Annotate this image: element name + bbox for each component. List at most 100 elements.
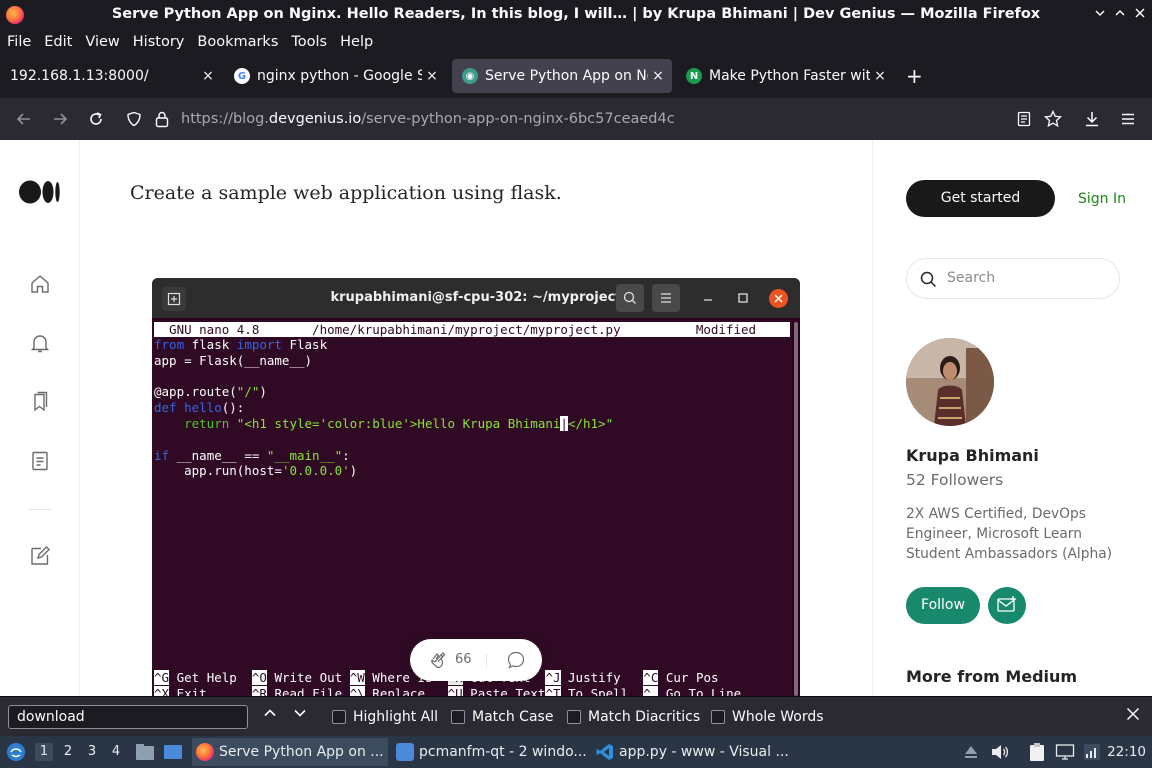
subscribe-email-button[interactable] bbox=[988, 587, 1026, 624]
shortcut-key: ^_ bbox=[643, 685, 659, 696]
author-name[interactable]: Krupa Bhimani bbox=[906, 446, 1039, 465]
match-case-checkbox[interactable]: Match Case bbox=[451, 709, 553, 725]
terminal-search-button bbox=[616, 284, 644, 312]
shortcut-label: Go To Line bbox=[658, 685, 742, 697]
write-pencil-icon[interactable] bbox=[28, 544, 52, 568]
file-manager-launcher-icon[interactable] bbox=[135, 743, 155, 761]
get-started-button[interactable]: Get started bbox=[906, 180, 1055, 217]
url-bar[interactable]: https://blog.devgenius.io/serve-python-a… bbox=[118, 102, 1072, 136]
shortcut-key: ^U bbox=[447, 685, 463, 696]
search-input[interactable]: Search bbox=[906, 258, 1120, 299]
task-label: app.py - www - Visual ... bbox=[619, 744, 788, 760]
code-string: </h1>" bbox=[567, 415, 614, 431]
tracking-shield-icon[interactable] bbox=[126, 111, 142, 127]
whole-words-checkbox[interactable]: Whole Words bbox=[711, 709, 824, 725]
home-icon[interactable] bbox=[28, 272, 52, 296]
task-vscode[interactable]: app.py - www - Visual ... bbox=[592, 738, 788, 766]
task-pcmanfm[interactable]: pcmanfm-qt - 2 windo... bbox=[392, 738, 588, 766]
close-icon bbox=[1126, 707, 1140, 721]
tab-bar: 192.168.1.13:8000/ × G nginx python - Go… bbox=[0, 54, 1152, 98]
eject-icon[interactable] bbox=[962, 743, 980, 761]
reader-view-icon[interactable] bbox=[1016, 111, 1032, 127]
back-button[interactable] bbox=[6, 101, 42, 137]
menu-file[interactable]: File bbox=[7, 34, 31, 50]
author-avatar[interactable] bbox=[906, 338, 994, 426]
menu-bar: File Edit View History Bookmarks Tools H… bbox=[0, 30, 1152, 54]
volume-icon[interactable] bbox=[990, 743, 1010, 761]
terminal-menu-button bbox=[652, 284, 680, 312]
terminal-screenshot: krupabhimani@sf-cpu-302: ~/myproject GNU… bbox=[152, 278, 800, 696]
checkbox-box[interactable] bbox=[451, 710, 465, 724]
lists-bookmark-icon[interactable] bbox=[28, 390, 52, 414]
menu-help[interactable]: Help bbox=[340, 34, 373, 50]
close-window-button[interactable] bbox=[1130, 5, 1150, 25]
checkbox-label: Highlight All bbox=[353, 709, 439, 725]
clipboard-icon[interactable] bbox=[1028, 742, 1046, 762]
reload-button[interactable] bbox=[78, 101, 114, 137]
menu-history[interactable]: History bbox=[133, 34, 185, 50]
checkbox-box[interactable] bbox=[711, 710, 725, 724]
display-icon[interactable] bbox=[1055, 743, 1075, 761]
close-find-bar-button[interactable] bbox=[1126, 706, 1140, 725]
network-icon[interactable] bbox=[1083, 743, 1101, 761]
task-firefox[interactable]: Serve Python App on ... bbox=[192, 738, 388, 766]
checkbox-box[interactable] bbox=[567, 710, 581, 724]
match-diacritics-checkbox[interactable]: Match Diacritics bbox=[567, 709, 700, 725]
menu-view[interactable]: View bbox=[85, 34, 119, 50]
code-text: Flask bbox=[281, 337, 328, 352]
find-input[interactable]: download bbox=[8, 705, 248, 729]
minimize-button[interactable] bbox=[1090, 5, 1110, 25]
maximize-button[interactable] bbox=[1110, 5, 1130, 25]
clap-icon[interactable] bbox=[427, 649, 449, 671]
app-menu-button[interactable] bbox=[1110, 101, 1146, 137]
new-tab-button[interactable]: + bbox=[906, 64, 923, 88]
find-previous-button[interactable] bbox=[260, 706, 280, 724]
tab-close-button[interactable]: × bbox=[198, 68, 218, 84]
workspace-3[interactable]: 3 bbox=[83, 743, 101, 761]
menu-edit[interactable]: Edit bbox=[44, 34, 72, 50]
shortcut-key: ^W bbox=[349, 670, 365, 685]
tab-google-search[interactable]: G nginx python - Google Se × bbox=[224, 59, 446, 93]
sign-in-link[interactable]: Sign In bbox=[1078, 191, 1126, 207]
tab-serve-python[interactable]: ◉ Serve Python App on Ngi × bbox=[452, 59, 672, 93]
reload-icon bbox=[90, 112, 102, 125]
shortcut-label: Replace bbox=[364, 685, 448, 697]
menu-tools[interactable]: Tools bbox=[291, 34, 327, 50]
code-text: flask bbox=[184, 337, 237, 352]
lock-icon[interactable] bbox=[154, 110, 170, 128]
shortcut-key: ^T bbox=[545, 685, 561, 696]
menu-bookmarks[interactable]: Bookmarks bbox=[197, 34, 278, 50]
checkbox-box[interactable] bbox=[332, 710, 346, 724]
find-bar: download Highlight All Match Case Match … bbox=[0, 696, 1152, 736]
stories-icon[interactable] bbox=[28, 449, 52, 473]
start-menu-icon[interactable] bbox=[6, 742, 26, 762]
clock[interactable]: 22:10 bbox=[1107, 744, 1146, 760]
highlight-all-checkbox[interactable]: Highlight All bbox=[332, 709, 438, 725]
workspace-4[interactable]: 4 bbox=[107, 743, 125, 761]
follower-count[interactable]: 52 Followers bbox=[906, 471, 1003, 489]
code-block: from flask import Flask app = Flask(__na… bbox=[154, 337, 613, 479]
firefox-icon bbox=[196, 743, 214, 761]
tab-close-button[interactable]: × bbox=[870, 68, 890, 84]
shortcut-key: ^R bbox=[251, 685, 267, 696]
medium-logo-icon[interactable] bbox=[19, 180, 61, 204]
tab-make-python-faster[interactable]: N Make Python Faster with × bbox=[676, 59, 894, 93]
workspace-1[interactable]: 1 bbox=[35, 743, 53, 761]
tab-close-button[interactable]: × bbox=[422, 68, 442, 84]
url-text[interactable]: https://blog.devgenius.io/serve-python-a… bbox=[181, 111, 675, 127]
bookmark-star-icon[interactable] bbox=[1044, 110, 1062, 128]
forward-button[interactable] bbox=[42, 101, 78, 137]
tab-local-server[interactable]: 192.168.1.13:8000/ × bbox=[0, 59, 222, 93]
tab-close-button[interactable]: × bbox=[648, 68, 668, 84]
desktop-launcher-icon[interactable] bbox=[163, 743, 183, 761]
find-next-button[interactable] bbox=[290, 706, 310, 724]
workspace-2[interactable]: 2 bbox=[59, 743, 77, 761]
comment-bubble-icon[interactable] bbox=[506, 650, 526, 670]
downloads-button[interactable] bbox=[1074, 101, 1110, 137]
notifications-bell-icon[interactable] bbox=[28, 331, 52, 355]
shortcut-key: ^\ bbox=[349, 685, 365, 696]
follow-button[interactable]: Follow bbox=[906, 587, 980, 624]
clap-bar: 66 bbox=[410, 639, 542, 681]
